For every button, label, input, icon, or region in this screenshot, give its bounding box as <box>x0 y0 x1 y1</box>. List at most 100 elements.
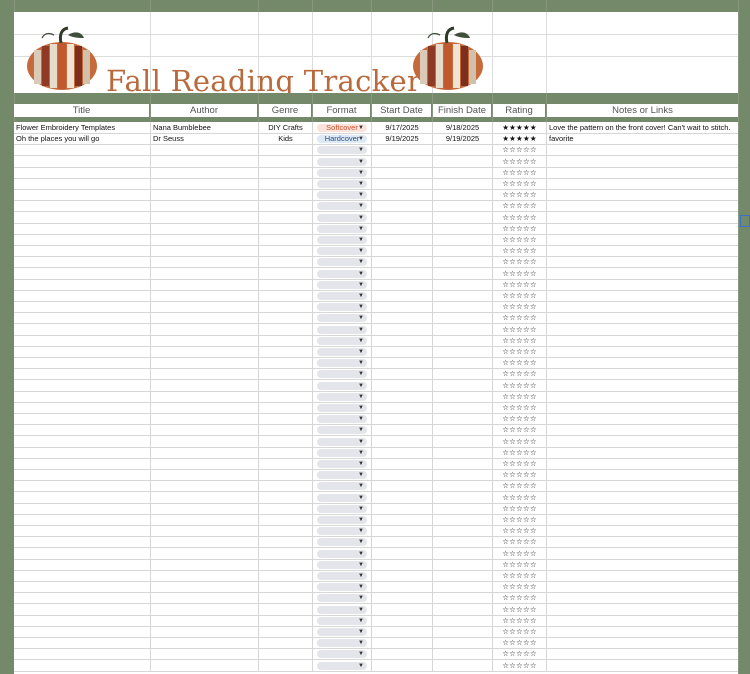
cell-format[interactable]: ▼ <box>313 200 372 212</box>
cell-title[interactable] <box>14 144 151 156</box>
format-dropdown[interactable]: ▼ <box>317 649 367 658</box>
rating-stars[interactable]: ☆☆☆☆☆ <box>493 536 547 548</box>
format-dropdown[interactable]: ▼ <box>317 414 367 423</box>
cell-title[interactable] <box>14 200 151 212</box>
cell-start[interactable] <box>372 648 433 660</box>
format-dropdown[interactable]: ▼ <box>317 291 367 300</box>
cell-finish[interactable] <box>433 368 493 380</box>
dropdown-arrow-icon[interactable]: ▼ <box>358 135 364 143</box>
cell-format[interactable]: ▼ <box>313 144 372 156</box>
format-dropdown[interactable]: ▼ <box>317 616 367 625</box>
cell-format[interactable]: ▼ <box>313 368 372 380</box>
cell-finish[interactable] <box>433 660 493 672</box>
cell-finish[interactable] <box>433 592 493 604</box>
dropdown-arrow-icon[interactable]: ▼ <box>358 415 364 423</box>
cell-notes[interactable] <box>547 592 738 604</box>
format-dropdown[interactable]: ▼ <box>317 627 367 636</box>
cell-title[interactable] <box>14 592 151 604</box>
cell-author[interactable] <box>151 660 259 672</box>
dropdown-arrow-icon[interactable]: ▼ <box>358 561 364 569</box>
dropdown-arrow-icon[interactable]: ▼ <box>358 382 364 390</box>
dropdown-arrow-icon[interactable]: ▼ <box>358 505 364 513</box>
format-dropdown[interactable]: ▼ <box>317 571 367 580</box>
format-dropdown[interactable]: ▼ <box>317 246 367 255</box>
format-dropdown[interactable]: ▼ <box>317 157 367 166</box>
cell-notes[interactable] <box>547 648 738 660</box>
rating-stars[interactable]: ☆☆☆☆☆ <box>493 200 547 212</box>
dropdown-arrow-icon[interactable]: ▼ <box>358 482 364 490</box>
cell-author[interactable] <box>151 648 259 660</box>
dropdown-arrow-icon[interactable]: ▼ <box>358 426 364 434</box>
dropdown-arrow-icon[interactable]: ▼ <box>358 449 364 457</box>
format-dropdown[interactable]: ▼ <box>317 325 367 334</box>
cell-author[interactable] <box>151 200 259 212</box>
cell-start[interactable] <box>372 200 433 212</box>
rating-stars[interactable]: ☆☆☆☆☆ <box>493 480 547 492</box>
format-dropdown[interactable]: ▼ <box>317 369 367 378</box>
cell-notes[interactable] <box>547 368 738 380</box>
dropdown-arrow-icon[interactable]: ▼ <box>358 314 364 322</box>
format-dropdown[interactable]: ▼ <box>317 661 367 670</box>
rating-stars[interactable]: ☆☆☆☆☆ <box>493 256 547 268</box>
format-dropdown[interactable]: ▼ <box>317 481 367 490</box>
format-dropdown[interactable]: ▼ <box>317 190 367 199</box>
cell-genre[interactable] <box>259 312 313 324</box>
cell-finish[interactable] <box>433 200 493 212</box>
dropdown-arrow-icon[interactable]: ▼ <box>358 348 364 356</box>
dropdown-arrow-icon[interactable]: ▼ <box>358 236 364 244</box>
dropdown-arrow-icon[interactable]: ▼ <box>358 438 364 446</box>
cell-finish[interactable] <box>433 536 493 548</box>
format-dropdown[interactable]: ▼ <box>317 381 367 390</box>
format-dropdown[interactable]: ▼ <box>317 403 367 412</box>
cell-start[interactable] <box>372 256 433 268</box>
dropdown-arrow-icon[interactable]: ▼ <box>358 370 364 378</box>
cell-author[interactable] <box>151 480 259 492</box>
dropdown-arrow-icon[interactable]: ▼ <box>358 550 364 558</box>
dropdown-arrow-icon[interactable]: ▼ <box>358 527 364 535</box>
dropdown-arrow-icon[interactable]: ▼ <box>358 639 364 647</box>
dropdown-arrow-icon[interactable]: ▼ <box>358 594 364 602</box>
cell-start[interactable] <box>372 424 433 436</box>
cell-genre[interactable] <box>259 368 313 380</box>
format-dropdown[interactable]: ▼ <box>317 145 367 154</box>
format-dropdown[interactable]: ▼ <box>317 257 367 266</box>
cell-title[interactable] <box>14 536 151 548</box>
cell-format[interactable]: ▼ <box>313 480 372 492</box>
format-dropdown[interactable]: ▼ <box>317 515 367 524</box>
cell-finish[interactable] <box>433 480 493 492</box>
format-dropdown[interactable]: ▼ <box>317 549 367 558</box>
format-dropdown[interactable]: ▼ <box>317 392 367 401</box>
column-header-start-date[interactable]: Start Date <box>372 104 431 117</box>
format-dropdown[interactable]: ▼ <box>317 582 367 591</box>
format-dropdown[interactable]: ▼ <box>317 224 367 233</box>
cell-title[interactable] <box>14 648 151 660</box>
cell-author[interactable] <box>151 312 259 324</box>
cell-notes[interactable] <box>547 480 738 492</box>
dropdown-arrow-icon[interactable]: ▼ <box>358 281 364 289</box>
cell-genre[interactable] <box>259 536 313 548</box>
cell-genre[interactable] <box>259 424 313 436</box>
format-dropdown[interactable]: ▼ <box>317 302 367 311</box>
cell-start[interactable] <box>372 144 433 156</box>
cell-format[interactable]: ▼ <box>313 648 372 660</box>
cell-genre[interactable] <box>259 200 313 212</box>
cell-title[interactable] <box>14 660 151 672</box>
cell-finish[interactable] <box>433 648 493 660</box>
dropdown-arrow-icon[interactable]: ▼ <box>358 180 364 188</box>
cell-notes[interactable] <box>547 144 738 156</box>
column-header-finish-date[interactable]: Finish Date <box>433 104 491 117</box>
format-dropdown[interactable]: ▼ <box>317 437 367 446</box>
cell-notes[interactable] <box>547 660 738 672</box>
dropdown-arrow-icon[interactable]: ▼ <box>358 169 364 177</box>
cell-format[interactable]: ▼ <box>313 592 372 604</box>
format-dropdown[interactable]: ▼ <box>317 336 367 345</box>
format-dropdown[interactable]: ▼ <box>317 493 367 502</box>
cell-genre[interactable] <box>259 256 313 268</box>
cell-finish[interactable] <box>433 312 493 324</box>
format-dropdown[interactable]: Softcover ▼ <box>317 123 367 132</box>
dropdown-arrow-icon[interactable]: ▼ <box>358 146 364 154</box>
format-dropdown[interactable]: ▼ <box>317 347 367 356</box>
dropdown-arrow-icon[interactable]: ▼ <box>358 258 364 266</box>
cell-title[interactable] <box>14 368 151 380</box>
cell-start[interactable] <box>372 312 433 324</box>
